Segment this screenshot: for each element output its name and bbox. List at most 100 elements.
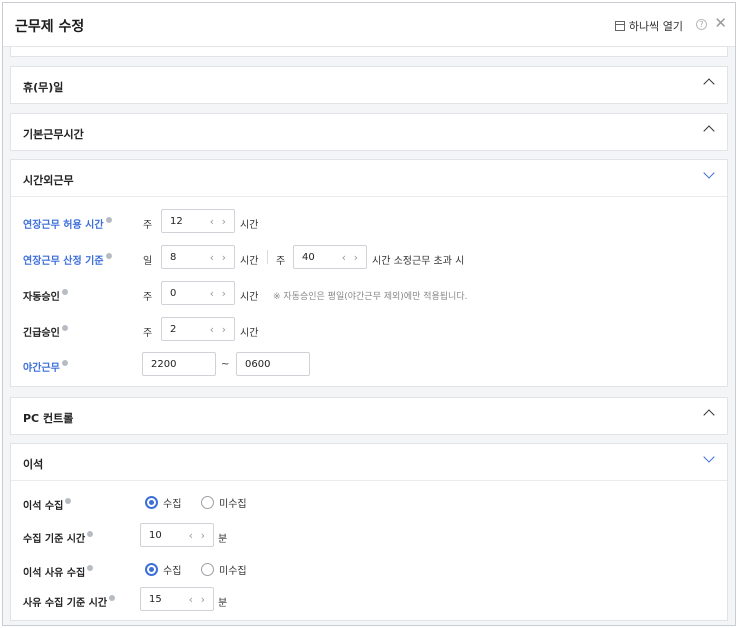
row-reason-time: 사유 수집 기준 시간 15 ‹ › 분 [11,587,727,613]
radio-no-collect[interactable]: 미수집 [201,562,247,577]
info-icon[interactable] [109,595,116,601]
info-icon[interactable] [87,531,94,537]
stepper-value: 10 [149,530,162,541]
chevron-right-icon[interactable]: › [201,593,205,606]
close-icon[interactable]: ✕ [714,14,727,32]
reason-time-stepper[interactable]: 15 ‹ › [140,587,214,611]
section-pc-control-header[interactable]: PC 컨트롤 [11,398,727,434]
chevron-down-icon[interactable] [703,167,715,179]
chevron-left-icon[interactable]: ‹ [210,287,214,300]
radio-no-collect[interactable]: 미수집 [201,495,247,510]
info-icon[interactable] [61,360,68,366]
unit-suffix: 시간 [240,328,259,339]
section-base-hours: 기본근무시간 [10,113,728,151]
radio-unchecked-icon [201,563,214,576]
help-icon[interactable]: ? [696,19,707,30]
chevron-right-icon[interactable]: › [354,251,358,264]
radio-label: 미수집 [219,499,247,510]
info-icon[interactable] [105,253,112,259]
radio-unchecked-icon [201,496,214,509]
unit-suffix: 시간 소정근무 초과 시 [372,256,465,267]
auto-approve-stepper[interactable]: 0 ‹ › [161,281,235,305]
chevron-down-icon[interactable] [703,451,715,463]
unit-prefix: 일 [143,256,153,267]
unit-prefix: 주 [143,220,153,231]
info-icon[interactable] [105,217,112,223]
field-label: 연장근무 산정 기준 [23,252,112,267]
emergency-approve-stepper[interactable]: 2 ‹ › [161,317,235,341]
field-label: 이석 사유 수집 [23,564,94,579]
unit-suffix: 시간 [240,292,259,303]
info-icon[interactable] [65,498,72,504]
chevron-left-icon[interactable]: ‹ [210,323,214,336]
chevron-right-icon[interactable]: › [222,287,226,300]
auto-approve-note: ※ 자동승인은 평일(야간근무 제외)에만 적용됩니다. [273,292,468,302]
daily-hours-stepper[interactable]: 8 ‹ › [161,245,235,269]
radio-label: 수집 [163,566,182,577]
chevron-left-icon[interactable]: ‹ [342,251,346,264]
section-overtime-body: 연장근무 허용 시간 주 12 ‹ › 시간 연장근무 산정 기준 일 8 ‹ … [11,196,727,386]
section-base-hours-header[interactable]: 기본근무시간 [11,114,727,150]
chevron-up-icon[interactable] [703,78,715,90]
section-pc-control: PC 컨트롤 [10,397,728,435]
row-collect-time: 수집 기준 시간 10 ‹ › 분 [11,523,727,549]
extension-allowed-stepper[interactable]: 12 ‹ › [161,209,235,233]
field-label: 긴급승인 [23,324,68,339]
divider [267,250,268,264]
stepper-value: 15 [149,594,162,605]
section-overtime: 시간외근무 연장근무 허용 시간 주 12 ‹ › 시간 연장근무 산정 기준 … [10,159,728,387]
row-extension-calc: 연장근무 산정 기준 일 8 ‹ › 시간 주 40 ‹ › 시간 소정근무 초… [11,245,727,271]
section-away-body: 이석 수집 수집 미수집 수집 기준 시간 10 ‹ › 분 이석 사유 수집 … [11,480,727,620]
row-away-collect: 이석 수집 수집 미수집 [11,490,727,516]
chevron-up-icon[interactable] [703,409,715,421]
chevron-right-icon[interactable]: › [222,323,226,336]
section-away-header[interactable]: 이석 [11,444,727,480]
open-one-at-a-time-toggle[interactable]: 하나씩 열기 [614,18,683,34]
radio-collect[interactable]: 수집 [145,562,181,577]
field-label: 이석 수집 [23,497,72,512]
previous-section-stub [10,47,728,57]
section-title: 이석 [23,458,44,471]
section-overtime-header[interactable]: 시간외근무 [11,160,727,196]
radio-label: 미수집 [219,566,247,577]
stepper-value: 40 [302,252,315,263]
section-holiday: 휴(무)일 [10,66,728,104]
section-title: PC 컨트롤 [23,412,74,425]
panel-icon [614,21,625,31]
unit-suffix: 분 [218,534,228,545]
stepper-value: 8 [170,252,177,263]
radio-collect[interactable]: 수집 [145,495,181,510]
night-start-input[interactable]: 2200 [142,352,216,376]
unit-prefix: 주 [143,328,153,339]
info-icon[interactable] [61,325,68,331]
chevron-left-icon[interactable]: ‹ [189,529,193,542]
chevron-right-icon[interactable]: › [222,251,226,264]
radio-label: 수집 [163,499,182,510]
info-icon[interactable] [61,289,68,295]
night-end-input[interactable]: 0600 [236,352,310,376]
chevron-right-icon[interactable]: › [201,529,205,542]
unit-prefix: 주 [143,292,153,303]
row-emergency-approve: 긴급승인 주 2 ‹ › 시간 [11,317,727,343]
section-holiday-header[interactable]: 휴(무)일 [11,67,727,103]
modal-header: 근무제 수정 하나씩 열기 ? ✕ [3,3,735,47]
unit-suffix: 분 [218,598,228,609]
chevron-left-icon[interactable]: ‹ [189,593,193,606]
stepper-value: 2 [170,324,177,335]
section-title: 시간외근무 [23,174,74,187]
weekly-hours-stepper[interactable]: 40 ‹ › [293,245,367,269]
field-label: 사유 수집 기준 시간 [23,594,116,609]
row-night-work: 야간근무 2200 ~ 0600 [11,352,727,378]
unit-prefix: 주 [276,256,286,267]
field-label: 자동승인 [23,288,68,303]
field-label: 야간근무 [23,359,68,374]
chevron-up-icon[interactable] [703,125,715,137]
input-value: 0600 [245,359,271,370]
section-title: 휴(무)일 [23,81,64,94]
info-icon[interactable] [87,565,94,571]
chevron-left-icon[interactable]: ‹ [210,251,214,264]
chevron-left-icon[interactable]: ‹ [210,215,214,228]
modal-title: 근무제 수정 [15,19,85,35]
collect-time-stepper[interactable]: 10 ‹ › [140,523,214,547]
chevron-right-icon[interactable]: › [222,215,226,228]
